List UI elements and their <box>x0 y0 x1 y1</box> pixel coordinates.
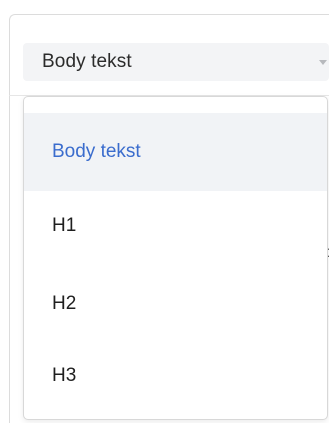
menu-item-label: H1 <box>52 215 77 236</box>
menu-item-h3[interactable]: H3 <box>24 337 327 415</box>
select-value: Body tekst <box>42 51 132 72</box>
menu-item-h2[interactable]: H2 <box>24 265 327 343</box>
text-style-select[interactable]: Body tekst <box>23 43 329 81</box>
screen: Body tekst : c i ι Body tekst H1 H2 H3 <box>0 0 329 423</box>
menu-item-label: H3 <box>52 365 77 386</box>
chevron-down-icon <box>319 60 327 65</box>
menu-item-label: H2 <box>52 293 77 314</box>
text-style-dropdown-menu: Body tekst H1 H2 H3 <box>23 96 328 420</box>
menu-item-h1[interactable]: H1 <box>24 187 327 265</box>
menu-item-body-tekst[interactable]: Body tekst <box>24 113 327 191</box>
menu-item-label: Body tekst <box>52 141 141 162</box>
